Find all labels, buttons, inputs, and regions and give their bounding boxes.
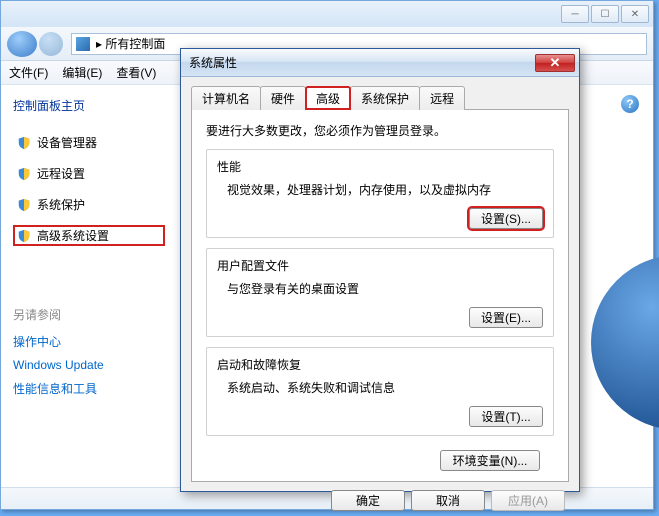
performance-title: 性能 [217,158,543,175]
cancel-button[interactable]: 取消 [411,490,485,511]
system-orb-graphic [591,255,659,430]
sidebar: 控制面板主页 设备管理器 远程设置 系统保护 高级系统设置 另请参阅 操作中心 … [1,85,165,487]
sidebar-item-label: 远程设置 [37,165,85,182]
admin-notice: 要进行大多数更改，您必须作为管理员登录。 [206,122,554,139]
startup-recovery-title: 启动和故障恢复 [217,356,543,373]
sidebar-item-device-manager[interactable]: 设备管理器 [13,132,165,153]
tabs: 计算机名 硬件 高级 系统保护 远程 [191,86,569,110]
address-text: 所有控制面 [105,35,165,52]
user-profile-settings-button[interactable]: 设置(E)... [469,307,543,328]
shield-icon [17,229,31,243]
user-profile-title: 用户配置文件 [217,257,543,274]
shield-icon [17,136,31,150]
explorer-titlebar: ─ ☐ ✕ [1,1,653,27]
performance-group: 性能 视觉效果，处理器计划，内存使用，以及虚拟内存 设置(S)... [206,149,554,238]
help-icon[interactable]: ? [621,95,639,113]
tab-system-protection[interactable]: 系统保护 [350,86,420,110]
dialog-buttons: 确定 取消 应用(A) [191,482,569,511]
sidebar-item-label: 设备管理器 [37,134,97,151]
dialog-titlebar[interactable]: 系统属性 ✕ [181,49,579,77]
sidebar-item-remote-settings[interactable]: 远程设置 [13,163,165,184]
seealso-windows-update[interactable]: Windows Update [13,358,165,372]
startup-recovery-settings-button[interactable]: 设置(T)... [469,406,543,427]
startup-recovery-group: 启动和故障恢复 系统启动、系统失败和调试信息 设置(T)... [206,347,554,436]
sidebar-item-label: 系统保护 [37,196,85,213]
seealso-action-center[interactable]: 操作中心 [13,333,165,350]
menu-edit[interactable]: 编辑(E) [62,64,102,81]
tab-advanced[interactable]: 高级 [305,86,351,110]
ok-button[interactable]: 确定 [331,490,405,511]
maximize-button[interactable]: ☐ [591,5,619,23]
user-profile-group: 用户配置文件 与您登录有关的桌面设置 设置(E)... [206,248,554,337]
close-button[interactable]: ✕ [621,5,649,23]
minimize-button[interactable]: ─ [561,5,589,23]
seealso-header: 另请参阅 [13,306,165,323]
sidebar-item-label: 高级系统设置 [37,227,109,244]
tab-hardware[interactable]: 硬件 [260,86,306,110]
shield-icon [17,198,31,212]
environment-variables-button[interactable]: 环境变量(N)... [440,450,540,471]
menu-view[interactable]: 查看(V) [116,64,156,81]
dialog-title: 系统属性 [189,54,535,71]
seealso-performance-info[interactable]: 性能信息和工具 [13,380,165,397]
user-profile-desc: 与您登录有关的桌面设置 [227,280,543,297]
tab-computer-name[interactable]: 计算机名 [191,86,261,110]
startup-recovery-desc: 系统启动、系统失败和调试信息 [227,379,543,396]
performance-desc: 视觉效果，处理器计划，内存使用，以及虚拟内存 [227,181,543,198]
sidebar-item-system-protection[interactable]: 系统保护 [13,194,165,215]
performance-settings-button[interactable]: 设置(S)... [469,208,543,229]
sidebar-title[interactable]: 控制面板主页 [13,97,165,114]
shield-icon [17,167,31,181]
dialog-close-button[interactable]: ✕ [535,54,575,72]
back-button[interactable] [7,31,37,57]
apply-button[interactable]: 应用(A) [491,490,565,511]
sidebar-item-advanced-system-settings[interactable]: 高级系统设置 [13,225,165,246]
menu-file[interactable]: 文件(F) [9,64,48,81]
system-properties-dialog: 系统属性 ✕ 计算机名 硬件 高级 系统保护 远程 要进行大多数更改，您必须作为… [180,48,580,492]
control-panel-icon [76,37,90,51]
tab-panel-advanced: 要进行大多数更改，您必须作为管理员登录。 性能 视觉效果，处理器计划，内存使用，… [191,109,569,482]
tab-remote[interactable]: 远程 [419,86,465,110]
forward-button[interactable] [39,32,63,56]
